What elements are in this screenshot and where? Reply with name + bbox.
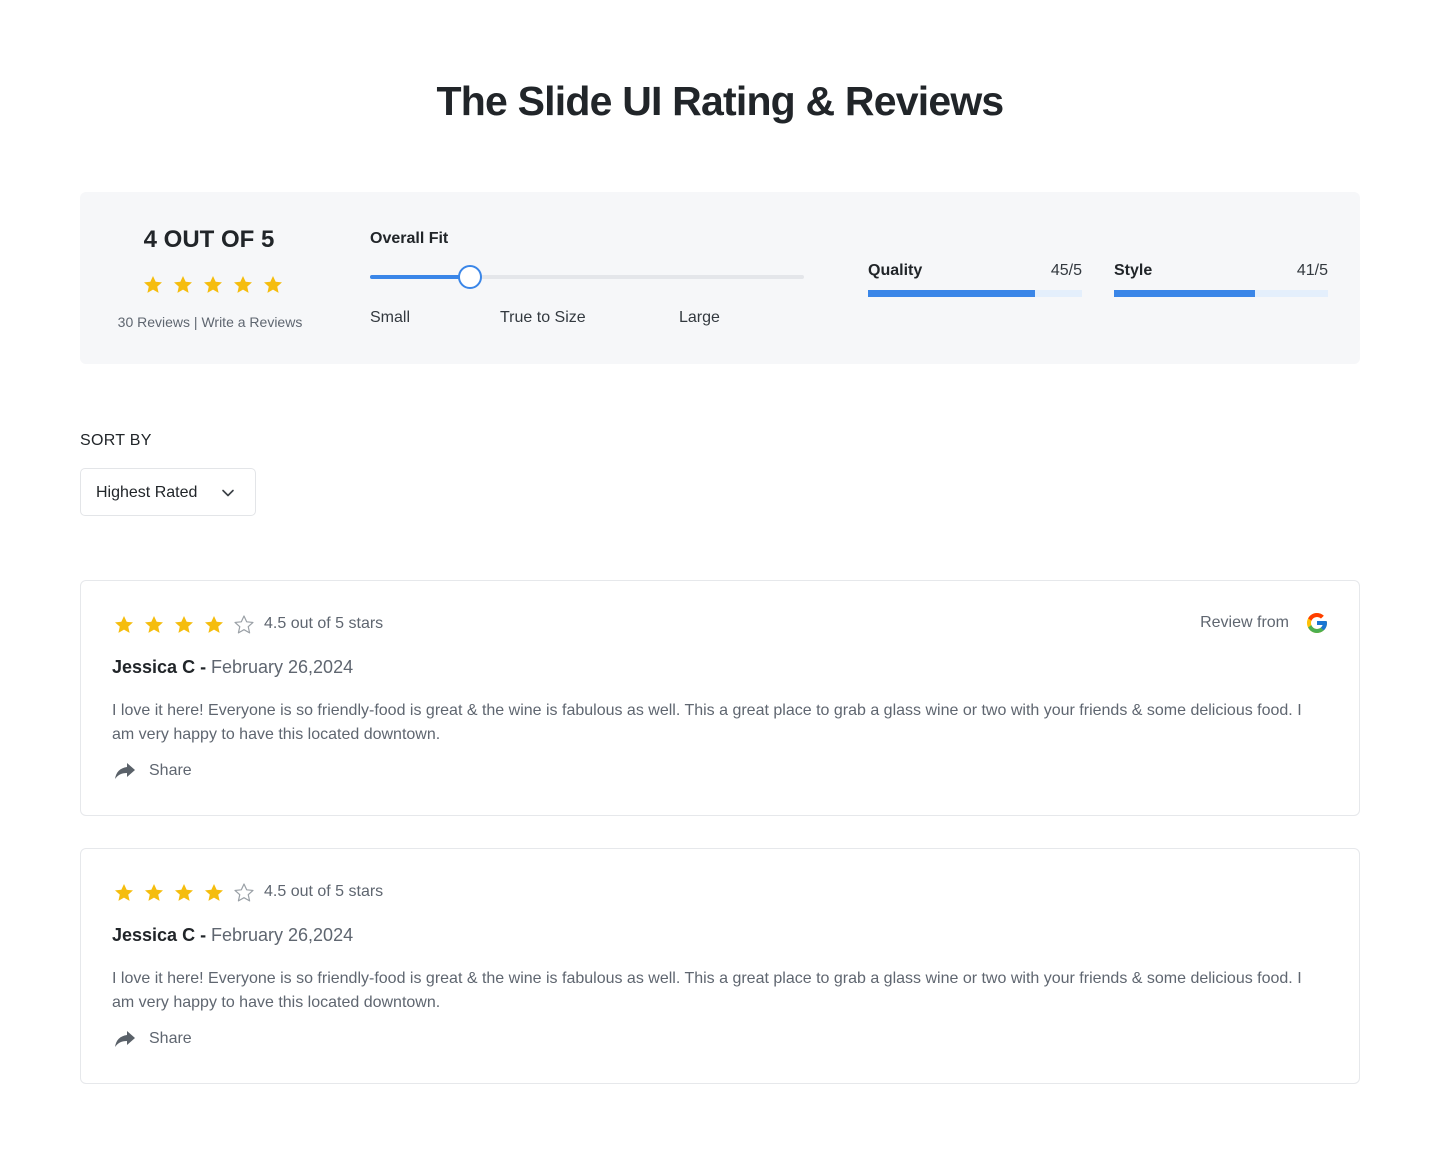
review-stars — [113, 614, 255, 636]
overall-fit-label: Overall Fit — [370, 230, 449, 247]
share-arrow-icon — [113, 761, 137, 781]
review-source-label: Review from — [1200, 614, 1289, 631]
fit-option-small: Small — [370, 309, 411, 326]
review-rating-text: 4.5 out of 5 stars — [264, 883, 384, 900]
chevron-down-icon — [221, 486, 235, 500]
page-title: The Slide UI Rating & Reviews — [436, 78, 1005, 124]
metric-bar-fill — [868, 290, 1035, 297]
star-icon — [113, 614, 135, 636]
metric-bar — [868, 290, 1082, 297]
review-card: 4.5 out of 5 stars Review from Jessica C… — [80, 580, 1360, 816]
fit-option-large: Large — [679, 309, 720, 326]
share-label: Share — [149, 1030, 192, 1047]
review-author: Jessica C - — [112, 657, 207, 677]
star-outline-icon — [233, 882, 255, 904]
review-date: February 26,2024 — [211, 925, 354, 945]
meta-separator: | — [193, 314, 198, 330]
review-meta: 30 Reviews | Write a Reviews — [112, 314, 308, 330]
sort-dropdown[interactable]: Highest Rated — [80, 468, 256, 516]
metric-label: Style — [1114, 262, 1153, 279]
review-card: 4.5 out of 5 stars Jessica C - February … — [80, 848, 1360, 1084]
star-icon — [113, 882, 135, 904]
rating-summary-panel: 4 OUT OF 5 30 Reviews | Write a Reviews … — [80, 192, 1360, 364]
overall-fit-thumb[interactable] — [457, 265, 482, 289]
star-icon — [143, 614, 165, 636]
overall-fit-fill — [370, 275, 470, 279]
review-date: February 26,2024 — [211, 657, 354, 677]
review-author: Jessica C - — [112, 925, 207, 945]
sort-selected-value: Highest Rated — [96, 484, 198, 501]
review-text: I love it here! Everyone is so friendly-… — [112, 702, 1302, 743]
star-outline-icon — [233, 614, 255, 636]
star-icon — [173, 614, 195, 636]
star-icon — [202, 274, 224, 296]
reviews-count: 30 Reviews — [117, 314, 191, 330]
share-button[interactable]: Share — [113, 1029, 192, 1049]
metric-value: 41/5 — [1296, 262, 1328, 279]
overall-stars — [142, 274, 284, 296]
review-stars — [113, 882, 255, 904]
review-source: Review from — [1200, 611, 1329, 635]
share-label: Share — [149, 762, 192, 779]
star-icon — [232, 274, 254, 296]
review-text: I love it here! Everyone is so friendly-… — [112, 970, 1302, 1011]
metric-bar — [1114, 290, 1328, 297]
sort-by-label: SORT BY — [80, 432, 152, 449]
fit-option-true-to-size: True to Size — [500, 309, 586, 326]
star-icon — [262, 274, 284, 296]
star-icon — [203, 614, 225, 636]
star-icon — [172, 274, 194, 296]
star-icon — [203, 882, 225, 904]
metric-value: 45/5 — [1050, 262, 1082, 279]
write-review-link[interactable]: Write a Reviews — [201, 314, 302, 330]
review-rating-text: 4.5 out of 5 stars — [264, 615, 384, 632]
star-icon — [173, 882, 195, 904]
overall-fit-slider[interactable] — [370, 265, 804, 289]
overall-score: 4 OUT OF 5 — [143, 226, 275, 253]
star-icon — [143, 882, 165, 904]
google-icon — [1305, 611, 1329, 635]
share-button[interactable]: Share — [113, 761, 192, 781]
star-icon — [142, 274, 164, 296]
share-arrow-icon — [113, 1029, 137, 1049]
metric-bar-fill — [1114, 290, 1256, 297]
metric-label: Quality — [868, 262, 923, 279]
